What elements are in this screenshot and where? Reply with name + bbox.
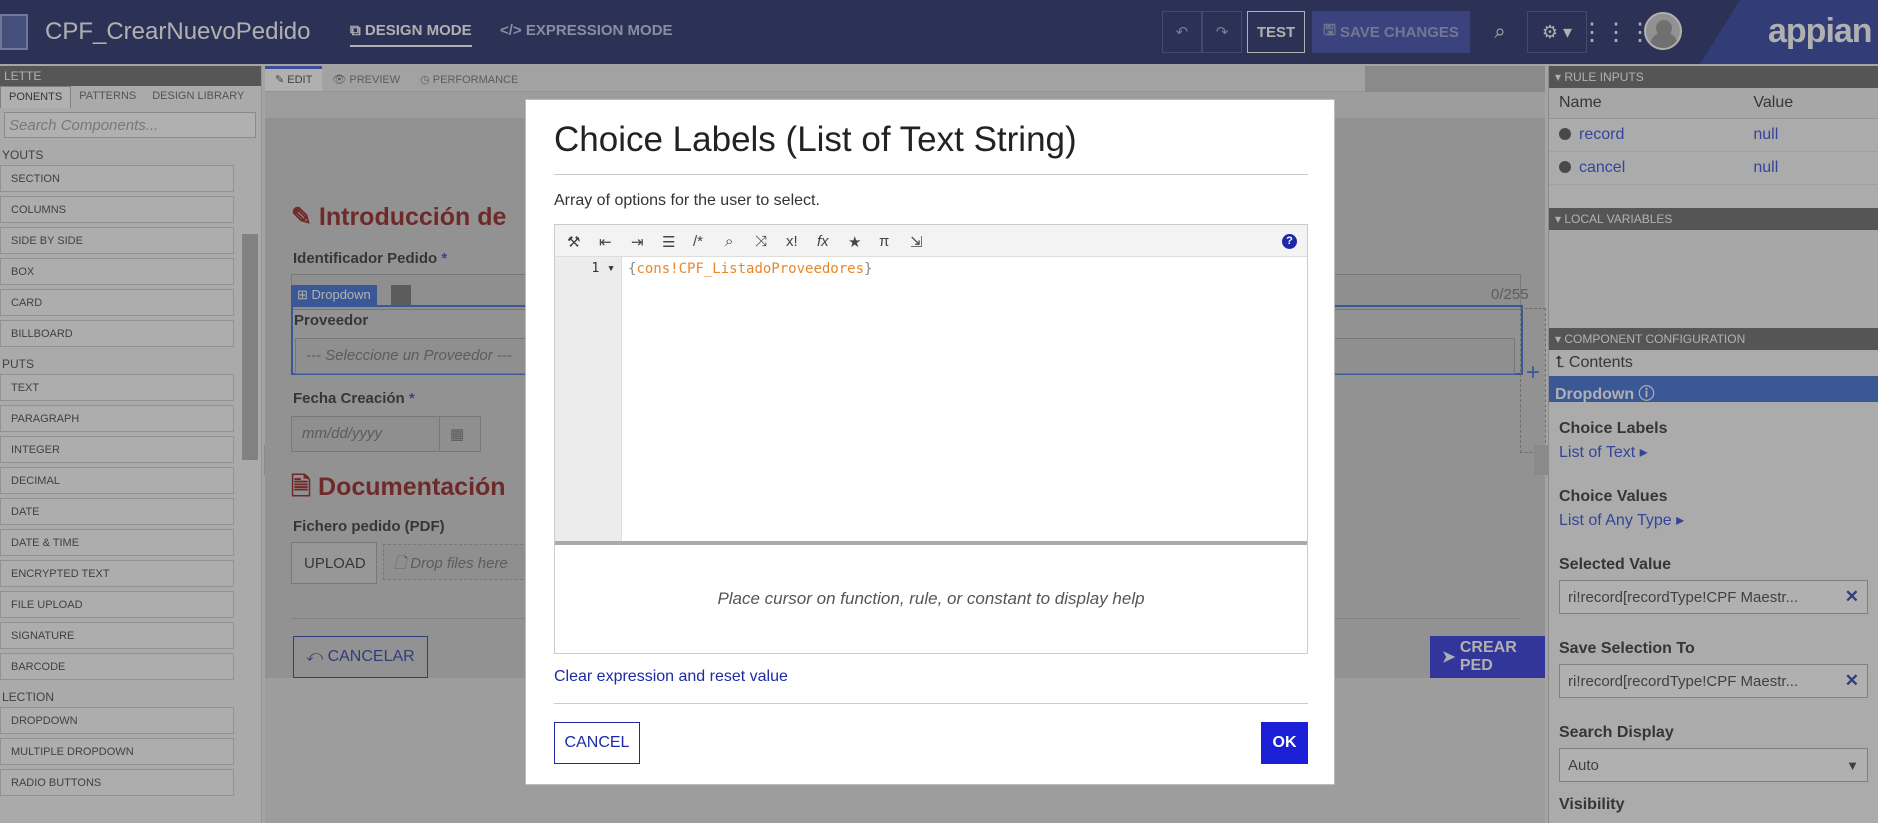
indent-icon[interactable]: ⇥ bbox=[631, 233, 644, 251]
help-icon[interactable]: ? bbox=[1282, 234, 1297, 249]
code-line[interactable]: {cons!CPF_ListadoProveedores} bbox=[628, 261, 872, 277]
clear-expression-link[interactable]: Clear expression and reset value bbox=[554, 668, 788, 686]
expression-x-icon[interactable]: x! bbox=[786, 233, 798, 250]
divider bbox=[554, 703, 1308, 704]
exit-icon[interactable]: ⇲ bbox=[910, 233, 923, 251]
line-gutter: 1 ▾ bbox=[555, 257, 622, 541]
outdent-icon[interactable]: ⇤ bbox=[599, 233, 612, 251]
pi-icon[interactable]: π bbox=[879, 233, 889, 250]
cancel-button[interactable]: CANCEL bbox=[554, 722, 640, 764]
comment-icon[interactable]: /* bbox=[693, 233, 703, 250]
code-brace-close: } bbox=[864, 261, 873, 277]
line-number-text: 1 bbox=[591, 261, 600, 276]
magic-wand-icon[interactable]: ⚒ bbox=[567, 233, 580, 251]
function-icon[interactable]: fx bbox=[817, 233, 829, 250]
divider bbox=[554, 174, 1308, 175]
dialog-description: Array of options for the user to select. bbox=[554, 192, 820, 209]
dialog-title: Choice Labels (List of Text String) bbox=[554, 120, 1077, 159]
expression-editor[interactable]: ⚒ ⇤ ⇥ ☰ /* ⌕ ⤨ x! fx ★ π ⇲ ? 1 ▾ {cons!C… bbox=[554, 224, 1308, 654]
code-constant: cons!CPF_ListadoProveedores bbox=[636, 261, 865, 277]
editor-help-text: Place cursor on function, rule, or const… bbox=[717, 589, 1145, 608]
editor-toolbar: ⚒ ⇤ ⇥ ☰ /* ⌕ ⤨ x! fx ★ π ⇲ ? bbox=[555, 225, 1307, 257]
shuffle-icon[interactable]: ⤨ bbox=[755, 233, 767, 250]
star-icon[interactable]: ★ bbox=[848, 233, 861, 251]
format-list-icon[interactable]: ☰ bbox=[662, 233, 675, 251]
ok-button[interactable]: OK bbox=[1261, 722, 1308, 764]
choice-labels-dialog: Choice Labels (List of Text String) Arra… bbox=[525, 99, 1335, 785]
line-number: 1 ▾ bbox=[591, 261, 615, 276]
search-icon[interactable]: ⌕ bbox=[725, 233, 733, 250]
